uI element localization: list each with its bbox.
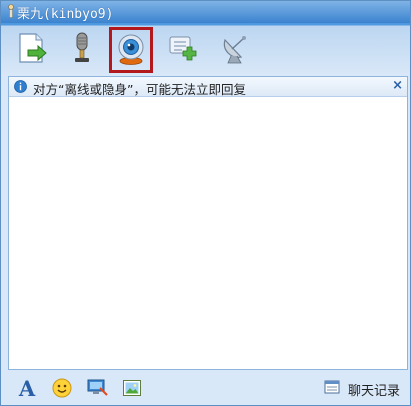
title-bar[interactable]: 栗九(kinbyo9)	[1, 1, 410, 23]
image-button[interactable]	[121, 378, 143, 400]
image-icon	[122, 379, 142, 400]
voice-button[interactable]	[63, 30, 101, 70]
add-note-button[interactable]	[164, 30, 202, 70]
satellite-dish-icon	[219, 32, 253, 69]
info-icon	[14, 80, 27, 93]
history-window-icon	[324, 380, 340, 398]
video-button[interactable]	[109, 27, 153, 73]
chat-window: 栗九(kinbyo9) 对方“离线或隐身”，可能无法立即回复 × A 聊天记录	[0, 0, 411, 406]
notice-text: 对方“离线或隐身”，可能无法立即回复	[33, 82, 246, 97]
file-send-icon	[15, 32, 49, 69]
message-add-icon	[167, 33, 199, 68]
font-button[interactable]: A	[16, 378, 38, 400]
send-file-button[interactable]	[13, 30, 51, 70]
emoji-button[interactable]	[51, 378, 73, 400]
window-title: 栗九(kinbyo9)	[17, 7, 114, 22]
microphone-icon	[67, 31, 97, 70]
message-area[interactable]: 对方“离线或隐身”，可能无法立即回复 ×	[8, 76, 408, 370]
font-icon: A	[18, 376, 36, 401]
close-icon[interactable]: ×	[392, 78, 403, 93]
remote-button[interactable]	[217, 30, 255, 70]
chat-history-button[interactable]: 聊天记录	[324, 380, 400, 399]
toolbar	[1, 24, 410, 76]
offline-notice: 对方“离线或隐身”，可能无法立即回复 ×	[9, 77, 407, 97]
screen-capture-button[interactable]	[86, 378, 108, 400]
chat-history-label: 聊天记录	[347, 383, 400, 399]
contact-icon	[7, 4, 15, 18]
input-toolbar: A 聊天记录	[1, 373, 410, 405]
screen-capture-icon	[86, 378, 108, 401]
smiley-icon	[52, 378, 72, 401]
webcam-icon	[114, 32, 148, 69]
